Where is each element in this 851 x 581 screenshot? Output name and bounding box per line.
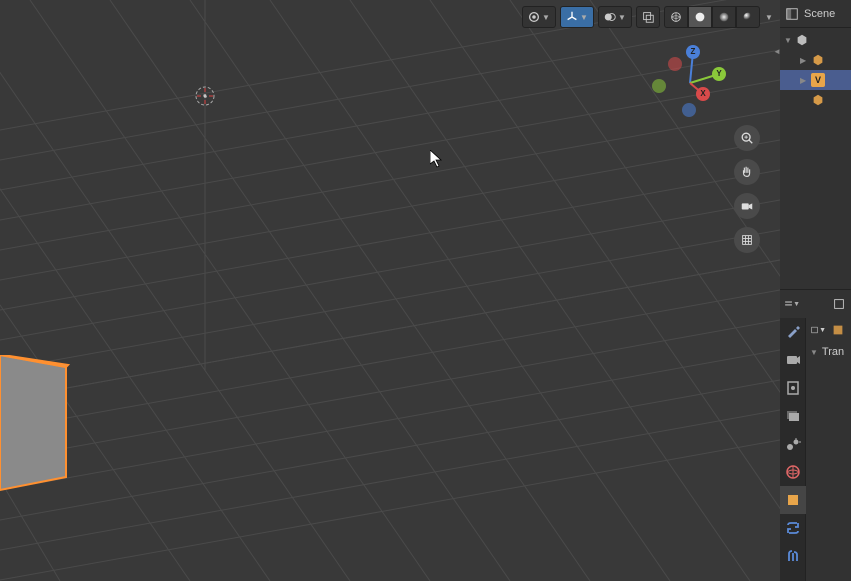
collapse-icon[interactable]: ▼ [784,36,792,45]
shading-solid[interactable] [688,6,712,28]
outliner-panel: Scene ▼▶▶V [780,0,851,290]
tab-view-layer[interactable] [780,402,806,430]
gizmo-axis-X[interactable]: X [696,87,710,101]
cursor-3d-icon [194,85,216,107]
gizmo-axis-neg[interactable] [652,79,666,93]
viewport-header: ▼ ▼ ▼ ▼ [522,6,774,28]
tab-output[interactable] [780,374,806,402]
tab-modifiers[interactable] [780,514,806,542]
disclosure-triangle-icon: ▼ [810,348,818,357]
gizmos-dropdown[interactable]: ▼ [560,6,594,28]
gizmo-axis-Y[interactable]: Y [712,67,726,81]
tab-tool[interactable] [780,318,806,346]
tab-world[interactable] [780,458,806,486]
right-panel: Scene ▼▶▶V ▼ ▼ ▼ Tran [780,0,851,581]
pan-button[interactable] [734,159,760,185]
gizmo-axis-neg[interactable] [682,103,696,117]
nav-buttons [734,125,760,253]
perspective-toggle-button[interactable] [734,227,760,253]
gizmo-axis-neg[interactable] [668,57,682,71]
outliner-row[interactable]: ▶ [780,50,851,70]
tab-scene[interactable] [780,430,806,458]
tab-render[interactable] [780,346,806,374]
cube-object[interactable] [0,355,90,515]
viewport-3d[interactable]: ▼ ▼ ▼ ▼ ZYX [0,0,780,581]
outliner-row[interactable]: ▶V [780,70,851,90]
shading-options-dropdown[interactable]: ▼ [764,13,774,22]
object-icon [830,322,846,338]
shading-wireframe[interactable] [664,6,688,28]
zoom-button[interactable] [734,125,760,151]
panel-splitter-handle[interactable] [773,45,780,57]
outliner-title: Scene [804,8,835,20]
properties-header: ▼ [780,290,851,318]
outliner-mode-icon[interactable] [784,6,800,22]
overlays-dropdown[interactable]: ▼ [598,6,632,28]
pin-icon[interactable] [831,296,847,312]
tab-object[interactable] [780,486,806,514]
outliner-header: Scene [780,0,851,28]
gizmo-axis-Z[interactable]: Z [686,45,700,59]
shading-mode-group [664,6,760,28]
outliner-row[interactable] [780,90,851,110]
navigation-gizmo[interactable]: ZYX [650,45,730,125]
collapse-icon[interactable]: ▶ [800,76,806,85]
xray-toggle[interactable] [636,6,660,28]
object-type-icon [810,52,826,68]
properties-panel: ▼ ▼ ▼ Tran [780,290,851,581]
visibility-dropdown[interactable]: ▼ [522,6,556,28]
axis-y-line [0,260,780,400]
object-type-icon [794,32,810,48]
object-type-icon: V [810,72,826,88]
properties-tabs [780,318,806,581]
outliner-row[interactable]: ▼ [780,30,851,50]
object-type-icon [810,92,826,108]
tab-particles[interactable] [780,542,806,570]
shading-material[interactable] [712,6,736,28]
datablock-icon[interactable]: ▼ [810,322,826,338]
transform-section-header[interactable]: ▼ Tran [810,346,847,358]
section-label: Tran [822,346,844,358]
properties-mode-icon[interactable]: ▼ [784,296,800,312]
camera-view-button[interactable] [734,193,760,219]
shading-rendered[interactable] [736,6,760,28]
collapse-icon[interactable]: ▶ [800,56,806,65]
properties-body: ▼ ▼ Tran [806,318,851,581]
outliner-tree[interactable]: ▼▶▶V [780,28,851,112]
